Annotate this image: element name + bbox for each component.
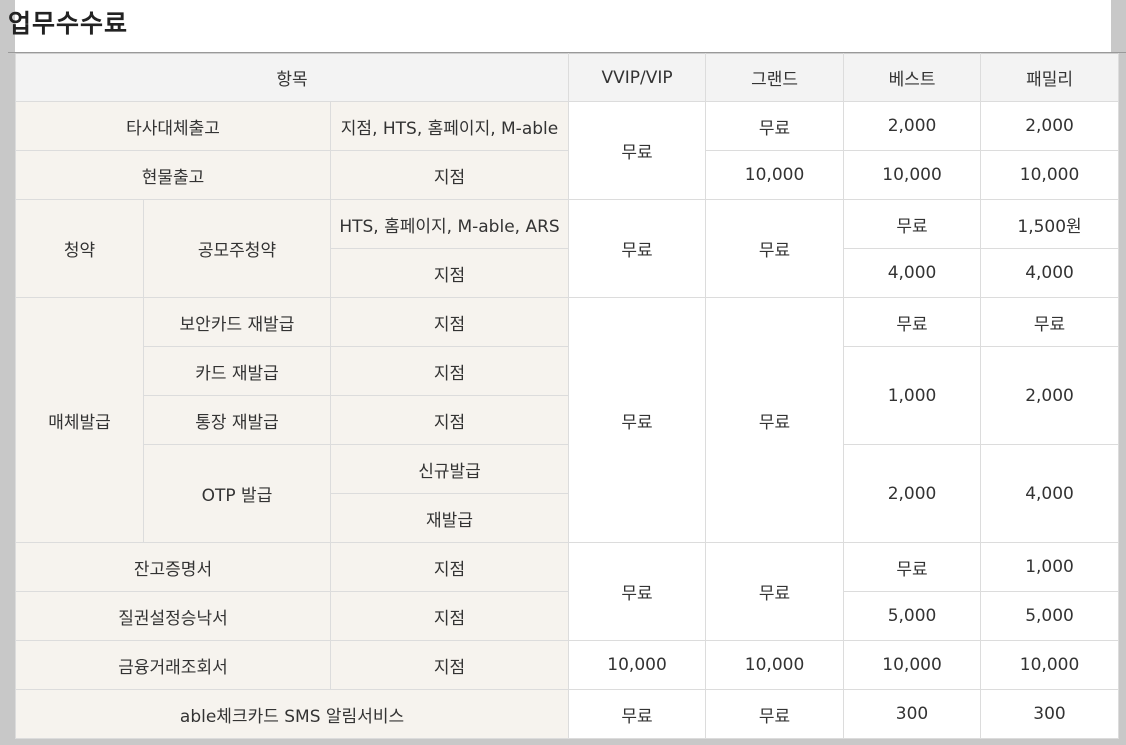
- item-channel: 지점: [329, 297, 570, 347]
- fee-vvip: 무료: [568, 542, 707, 641]
- item-channel: 재발급: [329, 493, 570, 543]
- fee-grand: 10,000: [705, 150, 845, 200]
- fee-grand: 무료: [705, 101, 845, 151]
- fee-vvip: 무료: [568, 297, 707, 543]
- item-channel: 신규발급: [329, 444, 570, 494]
- item-name: 질권설정승낙서: [15, 591, 331, 641]
- table-row: able체크카드 SMS 알림서비스 무료 무료 300 300: [14, 689, 1120, 739]
- fee-family: 2,000: [980, 346, 1120, 445]
- header-best: 베스트: [843, 53, 982, 102]
- fee-grand: 무료: [705, 199, 845, 298]
- table-row: 청약 공모주청약 HTS, 홈페이지, M-able, ARS 무료 무료 무료…: [15, 199, 1120, 298]
- fee-best: 무료: [843, 542, 982, 592]
- fee-best: 10,000: [843, 640, 982, 690]
- table-row: 금융거래조회서 지점 10,000 10,000 10,000 10,000: [15, 640, 1120, 690]
- fee-vvip: 10,000: [568, 640, 707, 690]
- fee-family: 5,000: [980, 591, 1120, 641]
- fee-grand: 무료: [705, 689, 845, 739]
- item-name: 타사대체출고: [15, 101, 331, 151]
- fee-family: 1,500원: [980, 199, 1120, 249]
- fee-family: 10,000: [980, 640, 1120, 690]
- item-name: 보안카드 재발급: [143, 297, 331, 347]
- header-vvip: VVIP/VIP: [568, 53, 707, 102]
- header-item: 항목: [14, 53, 570, 102]
- table-row: 타사대체출고 지점, HTS, 홈페이지, M-able 무료 무료 2,000…: [15, 101, 1120, 200]
- fee-vvip: 무료: [568, 689, 707, 739]
- fee-vvip: 무료: [568, 101, 707, 200]
- table-row: OTP 발급 신규발급 2,000 4,000: [16, 444, 1120, 543]
- fee-best: 2,000: [843, 444, 982, 543]
- fee-grand: 무료: [705, 297, 845, 543]
- item-name: 통장 재발급: [143, 395, 331, 445]
- frame-left: [0, 0, 15, 745]
- fee-best: 1,000: [843, 346, 982, 445]
- fee-vvip: 무료: [568, 199, 707, 298]
- item-group: 매체발급: [15, 297, 144, 543]
- fee-table: 항목 VVIP/VIP 그랜드 베스트 패밀리 타사대체출고 지점, HTS, …: [14, 53, 1120, 739]
- fee-family: 무료: [980, 297, 1120, 347]
- fee-best: 5,000: [843, 591, 982, 641]
- item-channel: 지점: [329, 346, 570, 396]
- item-name: 잔고증명서: [15, 542, 331, 592]
- fee-family: 10,000: [980, 150, 1120, 200]
- fee-best: 4,000: [843, 248, 982, 298]
- fee-best: 무료: [843, 199, 982, 249]
- fee-best: 무료: [843, 297, 982, 347]
- item-channel: 지점: [329, 591, 570, 641]
- item-name: OTP 발급: [143, 444, 331, 543]
- item-channel: 지점, HTS, 홈페이지, M-able: [329, 101, 570, 151]
- item-channel: 지점: [329, 542, 570, 592]
- item-channel: 지점: [329, 640, 570, 690]
- fee-family: 300: [980, 689, 1120, 739]
- fee-best: 10,000: [843, 150, 982, 200]
- table-row: 카드 재발급 지점 1,000 2,000: [16, 346, 1120, 445]
- fee-grand: 무료: [705, 542, 845, 641]
- item-name: 현물출고: [15, 150, 331, 200]
- fee-family: 2,000: [980, 101, 1120, 151]
- item-name: 공모주청약: [143, 199, 331, 298]
- fee-family: 1,000: [980, 542, 1120, 592]
- item-channel: 지점: [329, 248, 570, 298]
- item-name: able체크카드 SMS 알림서비스: [14, 689, 570, 739]
- header-grand: 그랜드: [705, 53, 845, 102]
- table-row: 매체발급 보안카드 재발급 지점 무료 무료 무료 무료: [15, 297, 1120, 543]
- item-channel: HTS, 홈페이지, M-able, ARS: [329, 199, 570, 249]
- fee-best: 300: [843, 689, 982, 739]
- fee-family: 4,000: [980, 444, 1120, 543]
- item-channel: 지점: [329, 395, 570, 445]
- table-row: 잔고증명서 지점 무료 무료 무료 1,000: [15, 542, 1120, 641]
- header-family: 패밀리: [980, 53, 1120, 102]
- fee-family: 4,000: [980, 248, 1120, 298]
- table-row: 현물출고 지점 10,000 10,000 10,000: [15, 150, 1120, 200]
- item-name: 카드 재발급: [143, 346, 331, 396]
- page-title: 업무수수료: [8, 9, 129, 38]
- item-name: 금융거래조회서: [15, 640, 331, 690]
- header-row: 항목 VVIP/VIP 그랜드 베스트 패밀리: [14, 53, 1120, 102]
- fee-best: 2,000: [843, 101, 982, 151]
- fee-grand: 10,000: [705, 640, 845, 690]
- table-row: 질권설정승낙서 지점 5,000 5,000: [15, 591, 1120, 641]
- item-channel: 지점: [329, 150, 570, 200]
- item-group: 청약: [15, 199, 144, 298]
